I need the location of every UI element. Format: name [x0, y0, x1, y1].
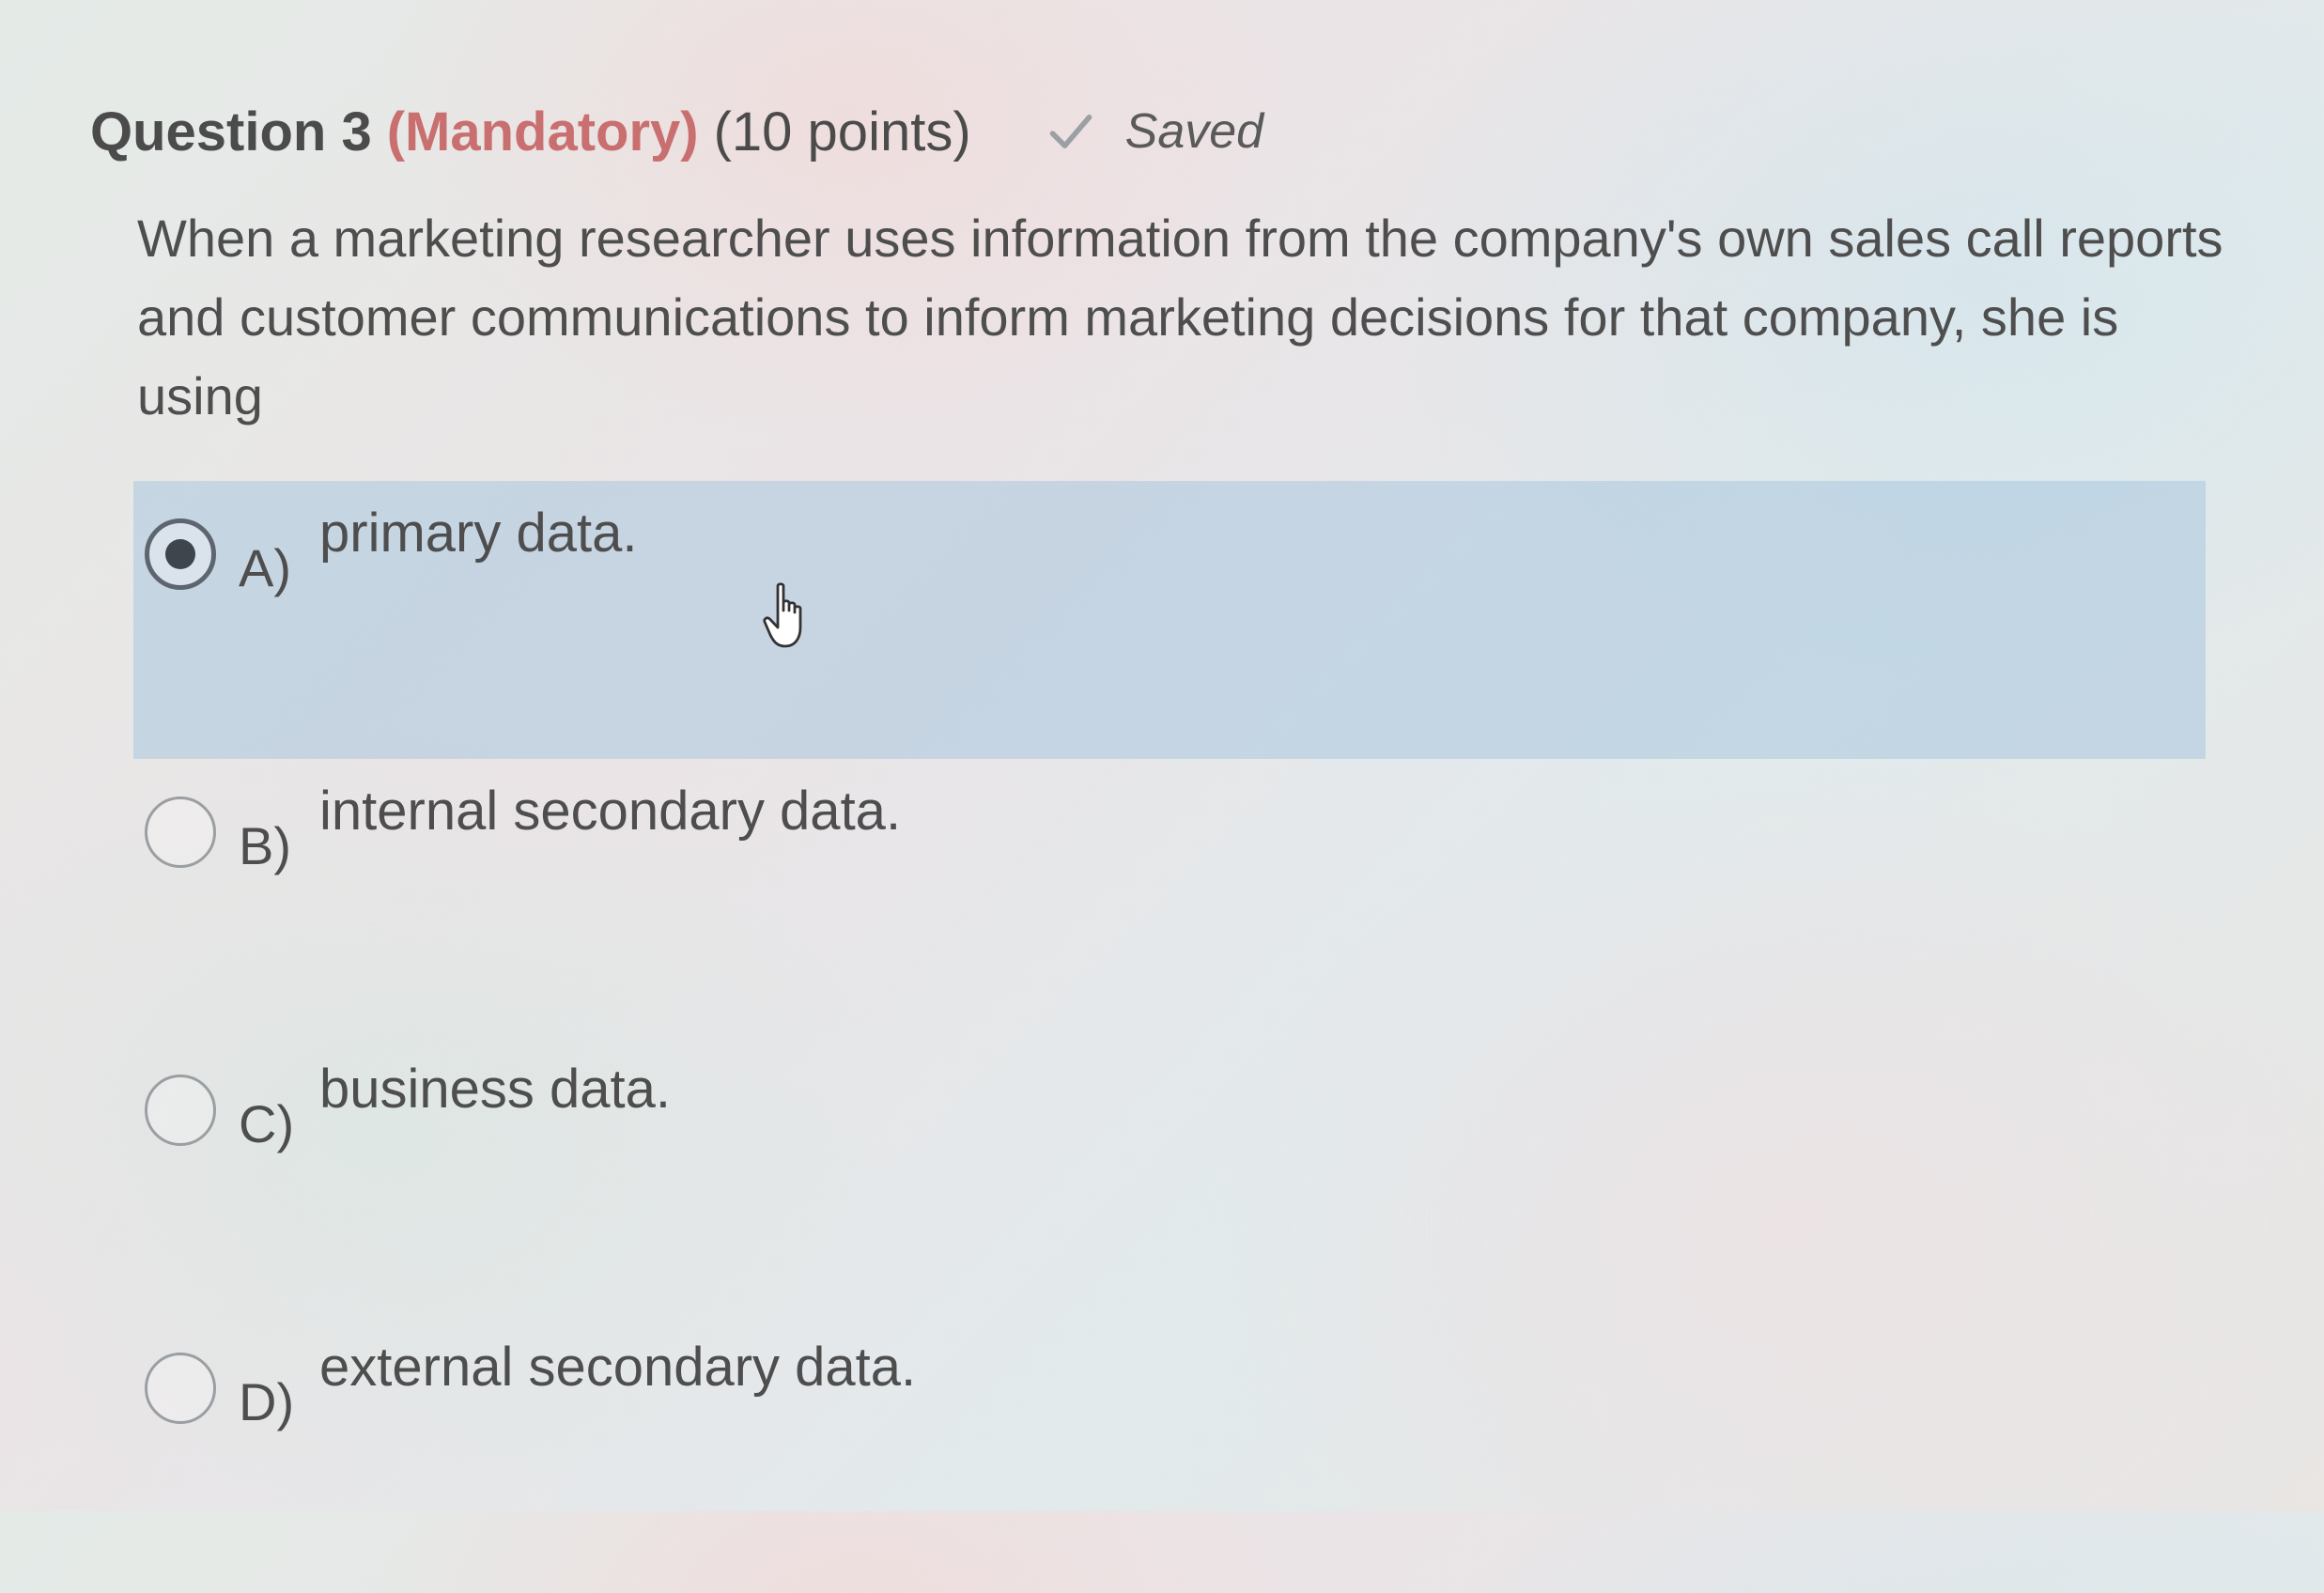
pointer-hand-icon	[763, 582, 802, 648]
answer-option-d[interactable]: D) external secondary data.	[133, 1315, 2206, 1593]
question-text: When a marketing researcher uses informa…	[137, 209, 2223, 425]
checkmark-icon	[1049, 115, 1092, 148]
saved-status: Saved	[1046, 103, 1263, 160]
answer-option-c[interactable]: C) business data.	[133, 1037, 2206, 1315]
radio-button-c[interactable]	[145, 1075, 216, 1146]
answer-letter: D)	[239, 1372, 295, 1431]
answer-text[interactable]: external secondary data.	[319, 1336, 916, 1399]
answer-text[interactable]: business data.	[319, 1058, 671, 1121]
saved-label: Saved	[1124, 104, 1264, 159]
radio-button-b[interactable]	[145, 796, 216, 868]
points-label: (10 points)	[713, 101, 971, 162]
question-title: Question 3	[90, 101, 372, 162]
quiz-page: Question 3 (Mandatory) (10 points) Saved…	[0, 0, 2324, 1511]
answer-text[interactable]: internal secondary data.	[319, 780, 901, 843]
mandatory-label: (Mandatory)	[386, 101, 699, 162]
answer-letter: B)	[239, 816, 291, 875]
answer-option-a[interactable]: A) primary data.	[133, 481, 2206, 759]
answer-options: A) primary data. B) internal secondary d…	[133, 481, 2206, 1593]
radio-button-d[interactable]	[145, 1353, 216, 1424]
answer-option-b[interactable]: B) internal secondary data.	[133, 759, 2206, 1037]
answer-text[interactable]: primary data.	[319, 502, 637, 565]
radio-button-a[interactable]	[145, 518, 216, 590]
answer-letter: A)	[239, 538, 291, 597]
radio-selected-dot	[165, 539, 195, 569]
question-header: Question 3 (Mandatory) (10 points) Saved	[90, 94, 1263, 169]
answer-letter: C)	[239, 1094, 295, 1153]
